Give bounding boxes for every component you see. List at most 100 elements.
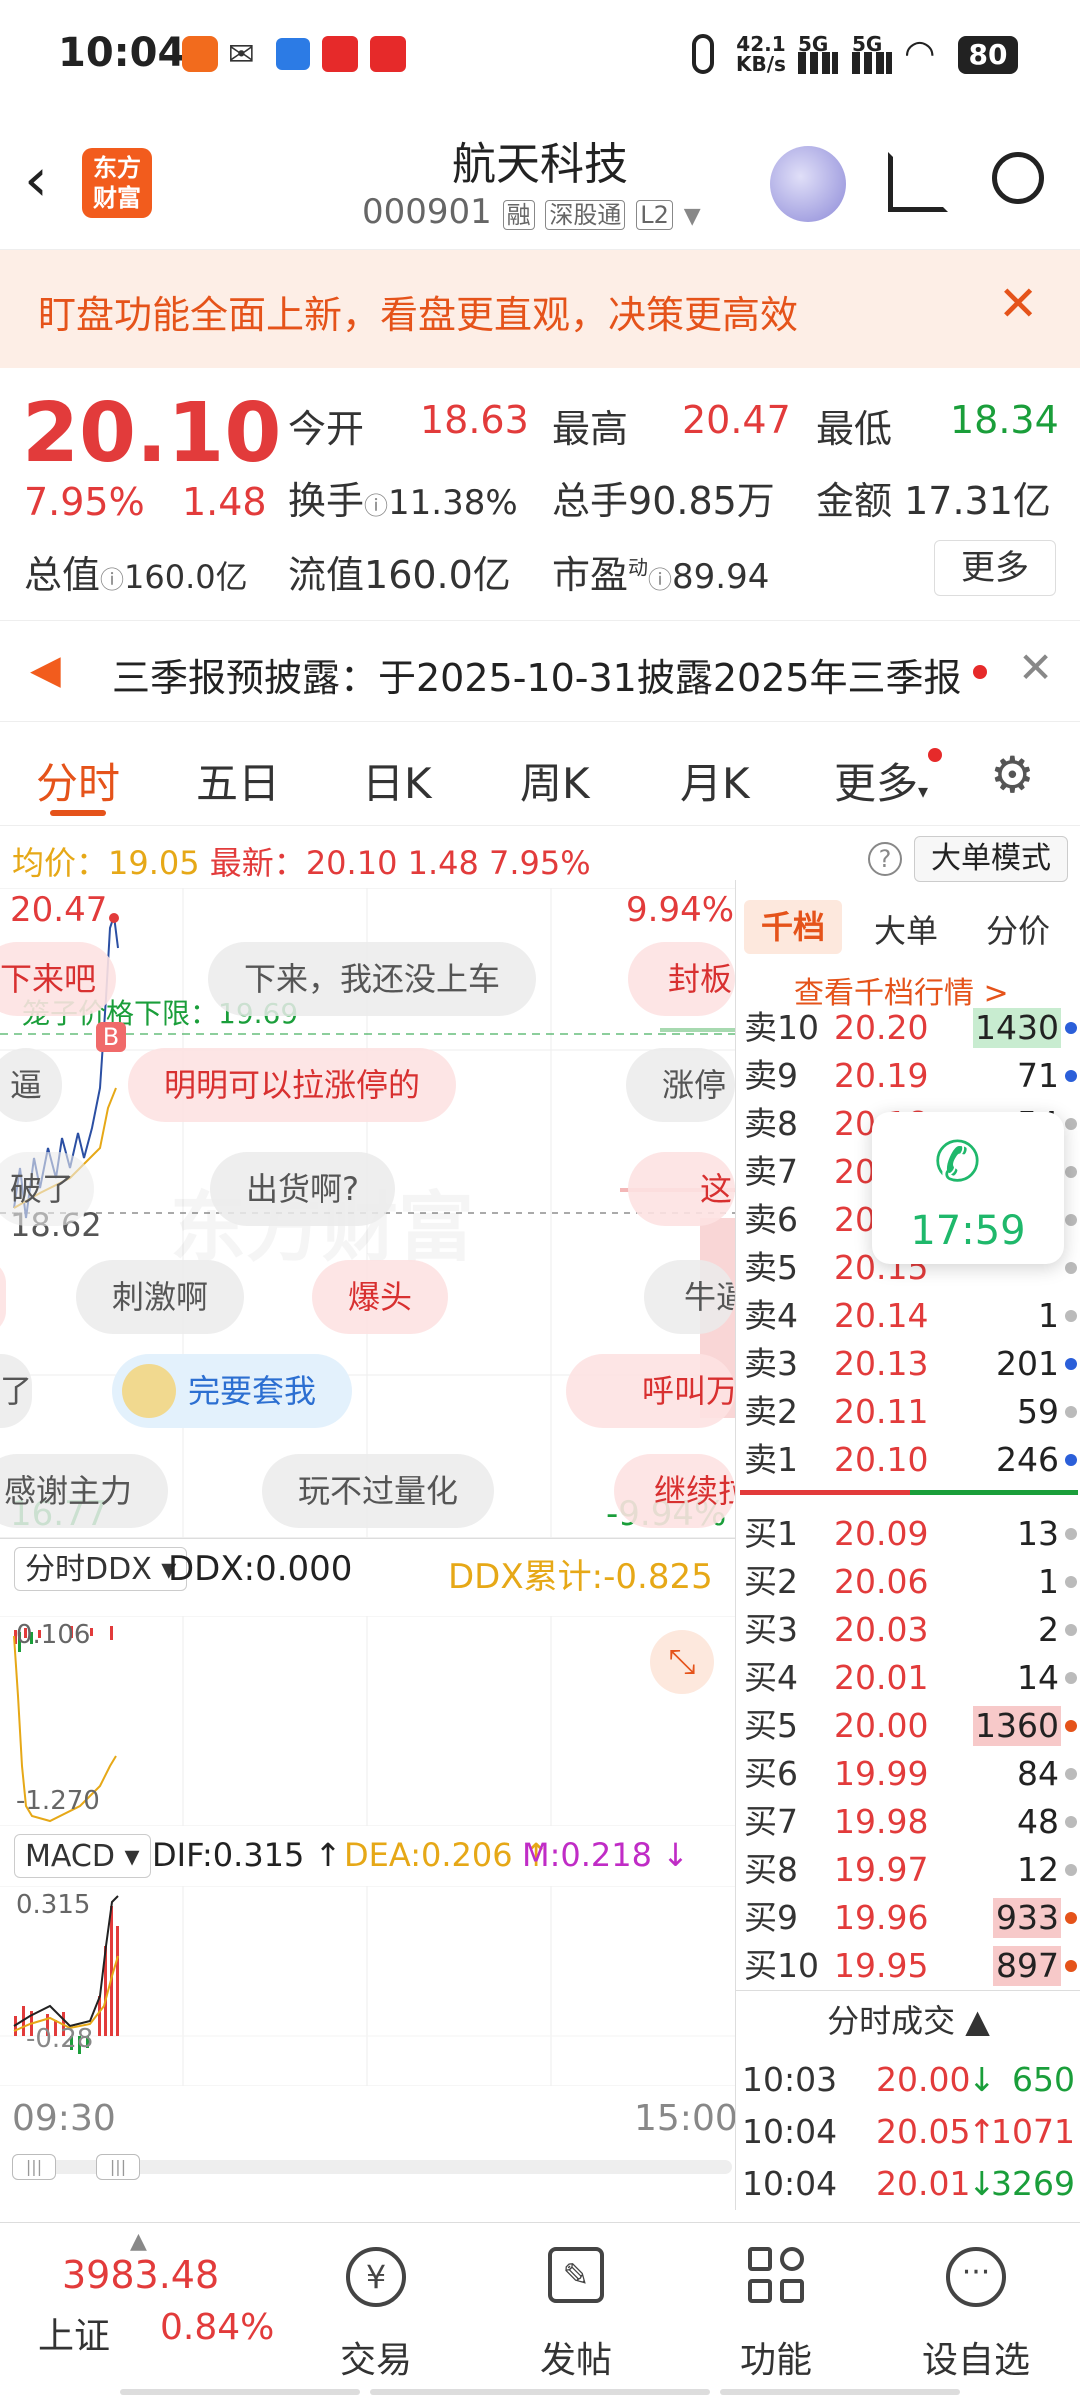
back-icon[interactable]: ‹ (24, 150, 48, 210)
close-icon[interactable]: ✕ (998, 276, 1038, 332)
sell-row[interactable]: 卖1 20.10 246 (736, 1436, 1080, 1484)
buy-row[interactable]: 买10 19.95 897 (736, 1942, 1080, 1990)
danmu-item: 呼叫万 (566, 1354, 735, 1428)
sell-volume: 1430 (975, 1008, 1059, 1047)
buy-row[interactable]: 买5 20.00 1360 (736, 1702, 1080, 1750)
app-logo[interactable]: 东方 财富 (82, 148, 152, 218)
chart-high-pct: 9.94% (626, 890, 735, 930)
sell-row[interactable]: 卖4 20.14 1 (736, 1292, 1080, 1340)
buy-row[interactable]: 买8 19.97 12 (736, 1846, 1080, 1894)
tab-depth[interactable]: 千档 (744, 900, 842, 954)
scroll-handle-right[interactable]: ||| (96, 2154, 140, 2180)
sell-row[interactable]: 卖3 20.13 201 (736, 1340, 1080, 1388)
tab-daily-k[interactable]: 日K (362, 750, 432, 811)
ddx-value: DDX:0.000 (168, 1549, 353, 1589)
sell-row[interactable]: 卖9 20.19 71 (736, 1052, 1080, 1100)
notice-bar[interactable]: ◀ 三季报预披露：于2025-10-31披露2025年三季报 ✕ (0, 620, 1080, 722)
high-value: 20.47 (682, 398, 791, 442)
sell-price: 20.10 (834, 1440, 929, 1479)
buy-row[interactable]: 买4 20.01 14 (736, 1654, 1080, 1702)
chevron-up-icon[interactable]: ▲ (130, 2229, 147, 2254)
sell-level: 卖7 (744, 1152, 798, 1191)
share-icon[interactable] (888, 152, 948, 212)
buy-marker[interactable]: B (96, 1022, 126, 1052)
ddx-chart[interactable] (0, 1616, 735, 1826)
tab-more[interactable]: 更多▾ (834, 750, 928, 811)
trade-price: 20.00 (876, 2060, 971, 2099)
tab-intraday[interactable]: 分时 (36, 750, 120, 811)
macd-chart[interactable] (0, 1886, 735, 2086)
order-book-panel: 千档 大单 分价 查看千档行情 > 卖10 20.20 1430 卖9 20.19 71 卖… (735, 880, 1080, 2210)
user-avatar (122, 1364, 176, 1418)
sell-price: 20.19 (834, 1056, 929, 1095)
tab-price-dist[interactable]: 分价 (986, 906, 1050, 952)
tab-five-day[interactable]: 五日 (196, 750, 280, 811)
sell-level: 卖6 (744, 1200, 798, 1239)
ddx-selector[interactable]: 分时DDX ▾ (14, 1547, 188, 1591)
close-icon[interactable]: ✕ (1018, 643, 1053, 692)
danmu-item: 出货啊? (210, 1152, 395, 1226)
call-duration: 17:59 (910, 1208, 1026, 1254)
settings-gear-icon[interactable]: ⚙ (990, 746, 1035, 804)
open-label: 今开 (288, 407, 365, 451)
nav-add-watchlist[interactable]: ··· 设自选 (876, 2223, 1076, 2401)
help-icon[interactable]: ? (868, 842, 902, 876)
buy-volume: 12 (1017, 1850, 1059, 1889)
buy-row[interactable]: 买9 19.96 933 (736, 1894, 1080, 1942)
buy-volume: 84 (1017, 1754, 1059, 1793)
sell-level: 卖9 (744, 1056, 798, 1095)
index-percent[interactable]: 0.84% (160, 2307, 274, 2348)
assistant-avatar-icon[interactable] (770, 146, 846, 222)
time-end: 15:00 (634, 2098, 738, 2139)
stock-code-row[interactable]: 000901 融 深股通 L2 ▼ (362, 192, 701, 232)
big-order-mode-button[interactable]: 大单模式 (914, 836, 1068, 882)
buy-price: 19.98 (834, 1802, 929, 1841)
sell-volume: 59 (1017, 1392, 1059, 1431)
banner-text: 盯盘功能全面上新，看盘更直观，决策更高效 (38, 293, 799, 337)
search-icon[interactable] (992, 152, 1044, 204)
low-label: 最低 (816, 407, 893, 451)
order-dot (1065, 1528, 1077, 1540)
order-dot (1065, 1816, 1077, 1828)
more-button[interactable]: 更多 (934, 540, 1056, 596)
buy-row[interactable]: 买7 19.98 48 (736, 1798, 1080, 1846)
buy-volume: 1 (1038, 1562, 1059, 1601)
sell-level: 卖10 (744, 1008, 819, 1047)
scroll-indicator (120, 2389, 360, 2395)
sell-row[interactable]: 卖2 20.11 59 (736, 1388, 1080, 1436)
sell-row[interactable]: 卖10 20.20 1430 (736, 1004, 1080, 1052)
macd-selector[interactable]: MACD ▾ (14, 1834, 151, 1878)
macd-m: M:0.218 ↓ (522, 1836, 689, 1874)
expand-icon[interactable]: ⤡ (650, 1630, 714, 1694)
sell-buy-divider (740, 1490, 910, 1495)
stock-name: 航天科技 (452, 139, 628, 190)
order-dot (1065, 1406, 1077, 1418)
intraday-chart-area: 均价：19.05 最新：20.10 1.48 7.95% ? 20.47 9.9… (0, 826, 902, 2206)
wechat-icon: ✉ (228, 35, 255, 73)
buy-level: 买8 (744, 1850, 798, 1889)
nav-post[interactable]: ✎ 发帖 (476, 2223, 676, 2401)
buy-price: 19.99 (834, 1754, 929, 1793)
buy-row[interactable]: 买3 20.03 2 (736, 1606, 1080, 1654)
order-dot (1065, 1720, 1077, 1732)
nav-trade[interactable]: ¥ 交易 (276, 2223, 476, 2401)
index-value[interactable]: 3983.48 (62, 2253, 219, 2297)
app-notification-icon (182, 36, 218, 72)
scroll-handle-left[interactable]: ||| (12, 2154, 56, 2180)
buy-price: 19.97 (834, 1850, 929, 1889)
promo-banner[interactable]: 盯盘功能全面上新，看盘更直观，决策更高效 ✕ (0, 250, 1080, 368)
total-mktcap: 总值ⓘ160.0亿 (24, 553, 248, 597)
nav-functions[interactable]: 功能 (676, 2223, 876, 2401)
tab-big-order[interactable]: 大单 (874, 906, 938, 952)
buy-row[interactable]: 买6 19.99 84 (736, 1750, 1080, 1798)
buy-row[interactable]: 买2 20.06 1 (736, 1558, 1080, 1606)
index-name[interactable]: 上证 (38, 2307, 110, 2359)
tab-monthly-k[interactable]: 月K (680, 750, 750, 811)
call-widget[interactable]: ✆ 17:59 (872, 1112, 1064, 1264)
trades-title[interactable]: 分时成交 ▲ (736, 1990, 1080, 2046)
status-bar: 10:04 ✉ 42.1 KB/s 5G 5G ◠ 80 (0, 0, 1080, 110)
sell-price: 20.14 (834, 1296, 929, 1335)
tab-weekly-k[interactable]: 周K (520, 750, 590, 811)
buy-row[interactable]: 买1 20.09 13 (736, 1510, 1080, 1558)
buy-price: 20.09 (834, 1514, 929, 1553)
